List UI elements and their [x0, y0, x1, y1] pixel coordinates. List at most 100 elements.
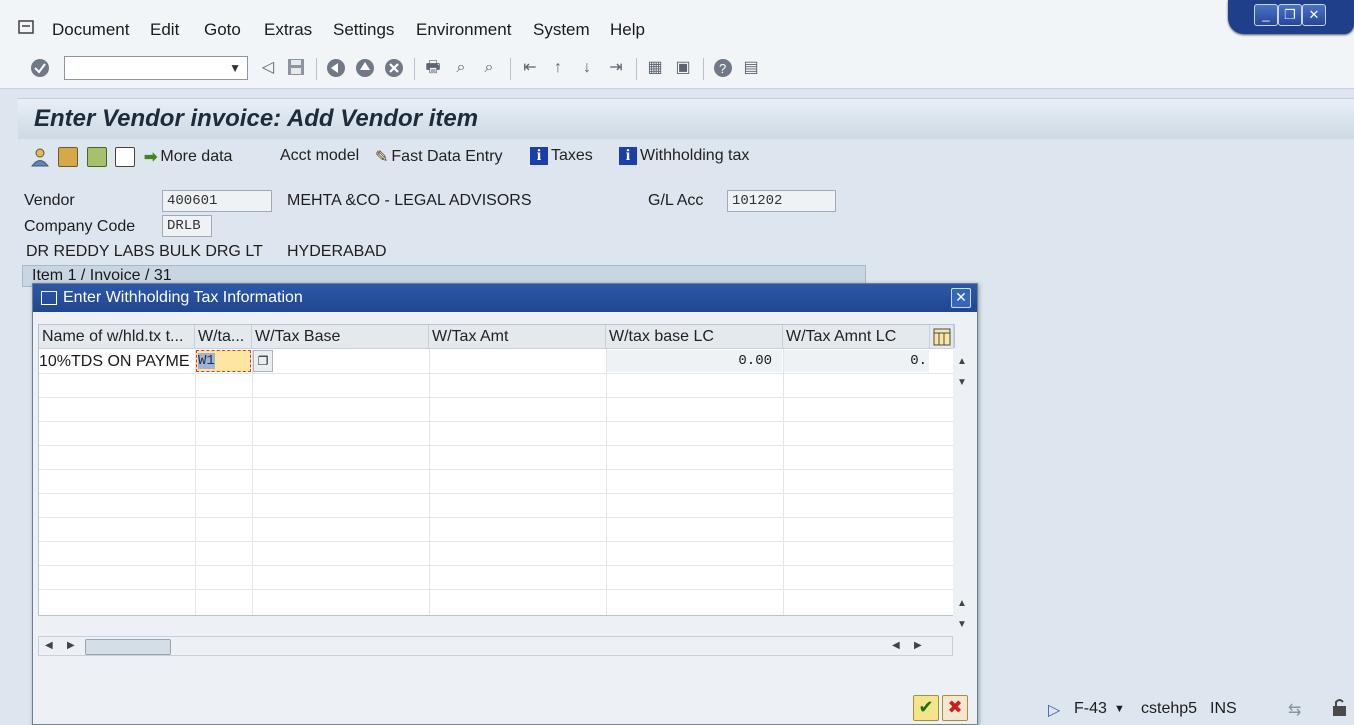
scroll-up-icon[interactable]: ▲: [957, 356, 967, 367]
close-window-icon[interactable]: ✕: [1302, 4, 1326, 26]
print-icon[interactable]: 🖶: [423, 58, 443, 78]
fast-data-entry-button[interactable]: ✎ Fast Data Entry: [375, 147, 503, 167]
lock-icon[interactable]: [1330, 697, 1350, 722]
scroll-down-icon[interactable]: ▼: [957, 377, 967, 388]
status-connection-icon: ⇆: [1288, 702, 1302, 719]
command-field[interactable]: ▼: [64, 56, 248, 80]
previous-page-icon[interactable]: ↑: [548, 58, 568, 78]
vendor-label: Vendor: [24, 192, 75, 209]
scroll-left-icon[interactable]: ◀: [45, 640, 53, 651]
table-settings-icon[interactable]: [930, 325, 954, 349]
last-page-icon[interactable]: ⇥: [606, 58, 626, 78]
tax-base-input[interactable]: [273, 350, 428, 372]
column-header-tax-base[interactable]: W/Tax Base: [252, 325, 429, 349]
company-code-field[interactable]: DRLB: [162, 215, 212, 237]
scroll-right-icon[interactable]: ▶: [67, 640, 75, 651]
exit-icon[interactable]: [355, 58, 375, 78]
minimize-icon[interactable]: _: [1254, 4, 1278, 26]
new-session-icon[interactable]: ▦: [645, 58, 665, 78]
status-expand-icon[interactable]: ▷: [1048, 700, 1060, 720]
restore-icon[interactable]: ❐: [1278, 4, 1302, 26]
column-header-name[interactable]: Name of w/hld.tx t...: [39, 325, 195, 349]
column-divider: [429, 349, 430, 615]
withholding-tax-label: Withholding tax: [640, 147, 750, 164]
column-divider: [195, 349, 196, 615]
vendor-name: MEHTA &CO - LEGAL ADVISORS: [287, 192, 532, 209]
withholding-tax-button[interactable]: i Withholding tax: [619, 147, 749, 165]
next-page-icon[interactable]: ↓: [577, 58, 597, 78]
chevron-down-icon[interactable]: ▼: [229, 61, 241, 75]
enter-icon[interactable]: [30, 58, 50, 78]
status-transaction: F-43: [1074, 700, 1107, 717]
person-icon[interactable]: [30, 147, 50, 167]
menu-goto[interactable]: Goto: [204, 20, 241, 40]
menu-edit[interactable]: Edit: [150, 20, 179, 40]
sap-menu-icon[interactable]: [18, 20, 36, 34]
company-code-label: Company Code: [24, 218, 136, 235]
tax-code-input[interactable]: W1: [196, 350, 251, 372]
gl-account-field[interactable]: 101202: [727, 190, 836, 212]
horizontal-scrollbar[interactable]: ◀ ▶ ◀ ▶: [38, 636, 953, 656]
value-help-icon[interactable]: ❐: [253, 350, 273, 372]
tax-base-lc-value: 0.00: [607, 350, 782, 372]
acct-model-label: Acct model: [280, 147, 360, 164]
close-icon[interactable]: ✕: [951, 288, 971, 308]
row-divider: [39, 493, 954, 494]
acct-model-button[interactable]: Acct model: [280, 147, 359, 165]
column-header-type[interactable]: W/ta...: [195, 325, 252, 349]
menu-system[interactable]: System: [533, 20, 590, 40]
toolbar-separator: [414, 58, 415, 80]
row-divider: [39, 397, 954, 398]
fast-data-entry-label: Fast Data Entry: [391, 148, 503, 165]
window-controls: _ ❐ ✕: [1228, 0, 1354, 34]
confirm-button[interactable]: ✔: [913, 695, 939, 721]
column-divider: [252, 349, 253, 615]
customize-layout-icon[interactable]: ▤: [741, 58, 761, 78]
back-icon[interactable]: [326, 58, 346, 78]
more-data-button[interactable]: ➡ More data: [144, 147, 232, 167]
company-name: DR REDDY LABS BULK DRG LT: [26, 243, 263, 260]
save-icon[interactable]: [286, 58, 306, 78]
status-server: cstehp5: [1141, 700, 1198, 717]
vendor-field[interactable]: 400601: [162, 190, 272, 212]
taxes-button[interactable]: i Taxes: [530, 147, 593, 165]
scroll-up-icon[interactable]: ▲: [957, 598, 967, 609]
find-icon[interactable]: ⌕: [451, 58, 471, 78]
cancel-button[interactable]: ✖: [942, 695, 968, 721]
column-divider: [783, 349, 784, 615]
scroll-down-icon[interactable]: ▼: [957, 619, 967, 630]
tax-amt-input[interactable]: [430, 350, 605, 372]
help-icon[interactable]: ?: [713, 58, 733, 78]
pencil-icon: ✎: [375, 149, 389, 166]
scroll-left-icon[interactable]: ◀: [892, 640, 900, 651]
menu-settings[interactable]: Settings: [333, 20, 394, 40]
cancel-icon[interactable]: [384, 58, 404, 78]
taxes-label: Taxes: [551, 147, 593, 164]
find-next-icon[interactable]: ⌕: [479, 58, 499, 78]
menu-document[interactable]: Document: [52, 20, 129, 40]
hold-document-icon[interactable]: [58, 147, 78, 167]
back-arrow-icon[interactable]: ◁: [258, 58, 278, 78]
row-divider: [39, 565, 954, 566]
copy-icon[interactable]: [115, 147, 135, 167]
menu-environment[interactable]: Environment: [416, 20, 511, 40]
standard-toolbar: ▼ ◁ 🖶 ⌕ ⌕ ⇤ ↑ ↓ ⇥ ▦ ▣ ? ▤: [0, 50, 1354, 89]
menu-help[interactable]: Help: [610, 20, 645, 40]
withholding-tax-table: Name of w/hld.tx t... W/ta... W/Tax Base…: [38, 324, 955, 616]
shortcut-icon[interactable]: ▣: [673, 58, 693, 78]
chevron-down-icon[interactable]: ▼: [1114, 703, 1125, 715]
svg-text:?: ?: [719, 61, 726, 76]
column-header-tax-amt[interactable]: W/Tax Amt: [429, 325, 606, 349]
gl-account-label: G/L Acc: [648, 192, 704, 209]
column-header-tax-amt-lc[interactable]: W/Tax Amnt LC: [783, 325, 930, 349]
menu-extras[interactable]: Extras: [264, 20, 312, 40]
first-page-icon[interactable]: ⇤: [520, 58, 540, 78]
screen-title-bar: Enter Vendor invoice: Add Vendor item: [18, 98, 1354, 139]
column-header-tax-base-lc[interactable]: W/tax base LC: [606, 325, 783, 349]
scroll-right-icon[interactable]: ▶: [914, 640, 922, 651]
vertical-scrollbar[interactable]: ▲ ▼ ▲ ▼: [953, 348, 973, 638]
scroll-thumb[interactable]: [85, 639, 171, 655]
row-divider: [39, 445, 954, 446]
page-title: Enter Vendor invoice: Add Vendor item: [34, 105, 479, 132]
park-document-icon[interactable]: [87, 147, 107, 167]
